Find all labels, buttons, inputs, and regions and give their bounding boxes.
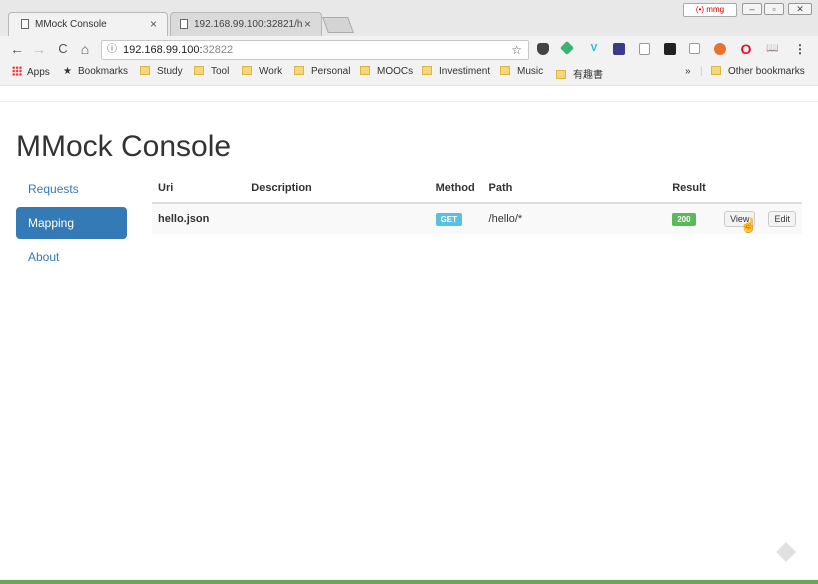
bookmark-label: Bookmarks (77, 66, 128, 77)
folder-icon (500, 66, 510, 75)
edit-button[interactable]: Edit (768, 211, 796, 227)
table-header-row: Uri Description Method Path Result (152, 174, 802, 204)
menu-dots-icon[interactable]: ⋮ (794, 43, 806, 55)
column-header-result: Result (666, 174, 719, 204)
cell-method: GET (429, 202, 483, 234)
tab-title: 192.168.99.100:32821/hc (194, 19, 302, 30)
folder-icon (294, 66, 304, 75)
folder-icon (140, 66, 150, 75)
column-header-uri: Uri (152, 174, 246, 204)
new-tab-button[interactable] (322, 17, 354, 33)
cell-description (245, 202, 430, 234)
bookmark-moocs[interactable]: MOOCs (360, 66, 413, 77)
bookmark-label: Apps (27, 67, 50, 78)
address-port: 32822 (202, 44, 234, 56)
bookmark-investiment[interactable]: Investiment (422, 66, 490, 77)
info-icon[interactable]: ⓘ (107, 41, 117, 59)
column-header-actions (718, 174, 802, 204)
reader-icon[interactable] (689, 43, 700, 54)
document-icon (21, 19, 29, 29)
close-tab-icon[interactable]: × (304, 17, 311, 31)
forward-button[interactable]: → (30, 41, 48, 57)
tab-mmock-console[interactable]: MMock Console × (8, 12, 168, 36)
column-header-method: Method (429, 174, 483, 204)
bookmark-other[interactable]: Other bookmarks (711, 66, 805, 77)
maximize-button[interactable]: ▫ (764, 3, 784, 15)
document-icon (180, 19, 188, 29)
bookmark-fun-books[interactable]: 有趣書 (556, 66, 603, 81)
back-button[interactable]: ← (8, 41, 26, 57)
column-header-path: Path (482, 174, 667, 204)
folder-icon (556, 70, 566, 79)
method-badge: GET (435, 212, 463, 226)
bookmark-label: Work (259, 66, 283, 77)
bookmark-label: 有趣書 (573, 70, 603, 81)
bookmarks-overflow-button[interactable]: » (685, 66, 691, 77)
cell-result: 200 (666, 202, 719, 234)
folder-icon (360, 66, 370, 75)
mapping-table: Uri Description Method Path Result hello… (152, 174, 802, 234)
bookmark-star-icon[interactable]: ☆ (511, 41, 522, 59)
vimeo-v-icon[interactable]: V (588, 43, 600, 55)
bookmark-label: Other bookmarks (728, 66, 805, 77)
pocket-icon[interactable] (537, 43, 549, 55)
bookmark-label: Investiment (439, 66, 491, 77)
minimize-button[interactable]: – (742, 3, 762, 15)
tab-title: MMock Console (35, 19, 107, 30)
table-row: hello.json GET /hello/* 200 View Edit (152, 202, 802, 234)
bookmark-bookmarks[interactable]: ★ Bookmarks (63, 66, 128, 77)
star-icon: ★ (63, 66, 72, 77)
address-text: 192.168.99.100:32822 (123, 41, 233, 59)
bookmark-label: Study (157, 66, 183, 77)
close-tab-icon[interactable]: × (150, 17, 157, 31)
close-window-button[interactable]: ✕ (788, 3, 812, 15)
bookmark-label: Personal (311, 66, 351, 77)
cell-uri: hello.json (152, 202, 246, 234)
bookmark-apps[interactable]: Apps (12, 66, 50, 78)
home-button[interactable]: ⌂ (76, 41, 94, 57)
book-icon[interactable]: 📖 (766, 43, 778, 55)
bookmark-tool[interactable]: Tool (194, 66, 229, 77)
bookmark-work[interactable]: Work (242, 66, 282, 77)
browser-chrome: MMock Console × 192.168.99.100:32821/hc … (0, 0, 818, 85)
copy-icon[interactable] (639, 43, 650, 55)
folder-icon (242, 66, 252, 75)
green-diamond-icon[interactable] (559, 40, 575, 56)
bookmark-label: Music (517, 66, 544, 77)
folder-icon (422, 66, 432, 75)
hand-cursor-icon: ☝ (740, 217, 758, 233)
address-host: 192.168.99.100: (123, 44, 203, 56)
folder-icon (711, 66, 721, 75)
address-bar[interactable]: ⓘ 192.168.99.100:32822 ☆ (101, 40, 529, 60)
bookmark-label: Tool (211, 66, 230, 77)
red-circle-icon[interactable] (714, 43, 726, 55)
sidebar-item-about[interactable]: About (16, 241, 127, 273)
column-header-description: Description (245, 174, 430, 204)
bookmark-study[interactable]: Study (140, 66, 183, 77)
reload-button[interactable]: C (54, 41, 72, 56)
dark-square-icon[interactable] (664, 43, 676, 55)
apps-grid-icon (12, 66, 22, 76)
bookmarks-divider: | (700, 66, 703, 77)
window-bottom-edge (0, 580, 818, 584)
bookmark-label: MOOCs (377, 66, 414, 77)
cell-path: /hello/* (482, 202, 667, 234)
profile-button[interactable]: (•) mmg (683, 3, 737, 17)
status-badge: 200 (672, 212, 696, 226)
sidebar-item-mapping[interactable]: Mapping (16, 207, 127, 239)
page-content: MMock Console Requests Mapping About Uri… (0, 85, 818, 581)
cell-actions: View Edit (718, 202, 802, 234)
tab-hello[interactable]: 192.168.99.100:32821/hc × (170, 12, 322, 36)
bookmark-personal[interactable]: Personal (294, 66, 350, 77)
opera-icon[interactable]: O (740, 42, 752, 56)
page-title: MMock Console (16, 130, 232, 163)
folder-icon (194, 66, 204, 75)
toolbar: ← → C ⌂ ⓘ 192.168.99.100:32822 ☆ V O 📖 ⋮ (0, 38, 818, 62)
sidebar-item-requests[interactable]: Requests (16, 173, 127, 205)
tab-strip: MMock Console × 192.168.99.100:32821/hc … (0, 0, 818, 36)
bookmark-icon[interactable] (613, 43, 625, 55)
navbar-divider (0, 101, 818, 102)
bookmark-music[interactable]: Music (500, 66, 543, 77)
bookmarks-bar: Apps ★ Bookmarks Study Tool Work Personal… (0, 63, 818, 83)
